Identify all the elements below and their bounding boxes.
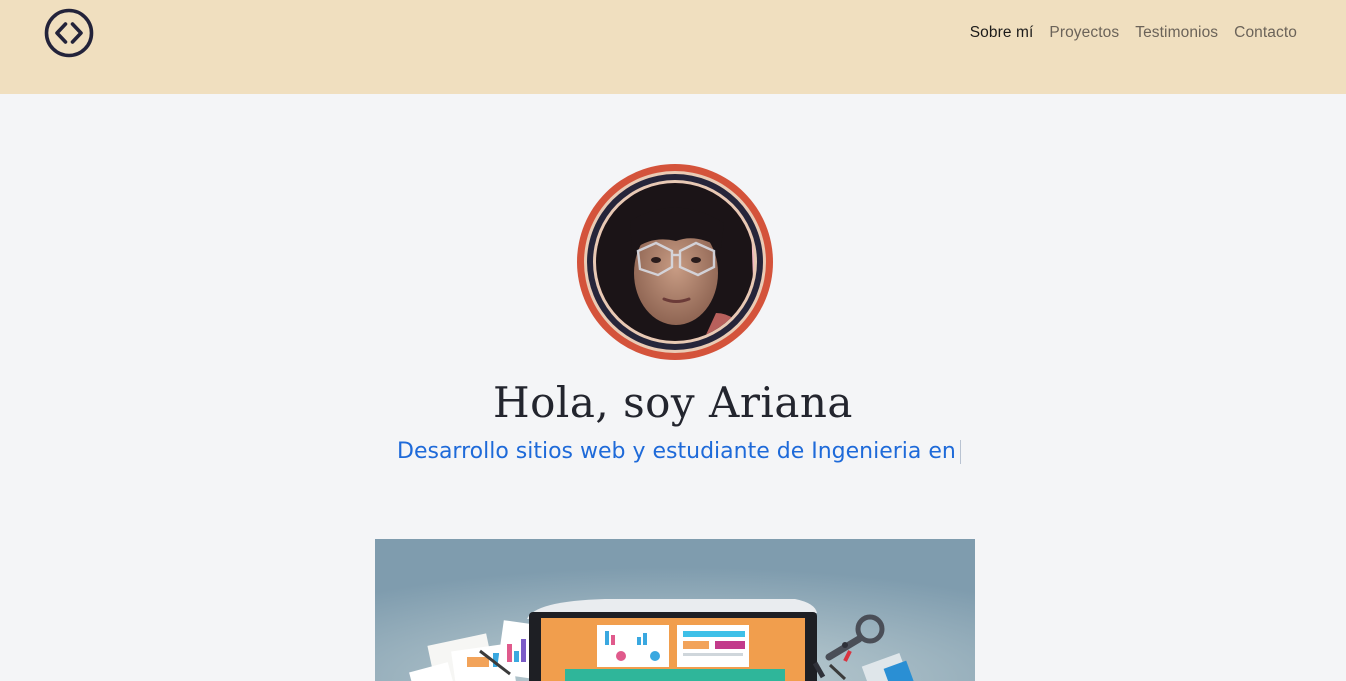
nav-menu: Sobre mí Proyectos Testimonios Contacto (970, 22, 1297, 44)
profile-avatar (577, 164, 773, 360)
workspace-illustration (375, 539, 975, 681)
navbar: Sobre mí Proyectos Testimonios Contacto (0, 0, 1346, 94)
hero-section: Hola, soy Ariana Desarrollo sitios web y… (0, 94, 1346, 681)
nav-link-testimonios[interactable]: Testimonios (1135, 24, 1218, 42)
nav-link-contacto[interactable]: Contacto (1234, 24, 1297, 42)
hero-title: Hola, soy Ariana (493, 378, 853, 427)
code-brackets-icon[interactable] (43, 8, 95, 58)
typing-cursor (959, 439, 961, 464)
nav-link-proyectos[interactable]: Proyectos (1049, 24, 1119, 42)
typed-text: Desarrollo sitios web y estudiante de In… (397, 439, 956, 464)
hero-subtitle: Desarrollo sitios web y estudiante de In… (397, 439, 961, 464)
nav-link-sobre-mi[interactable]: Sobre mí (970, 24, 1034, 42)
